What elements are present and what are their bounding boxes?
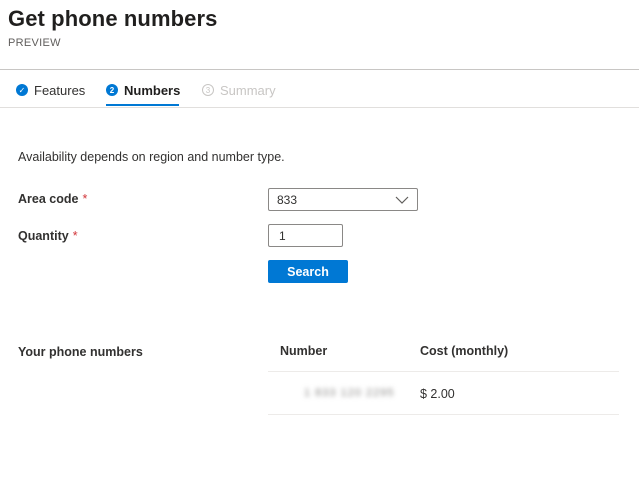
check-circle-icon: ✓: [16, 84, 28, 96]
tab-features-label: Features: [34, 82, 86, 98]
area-code-label-text: Area code: [18, 192, 79, 206]
tab-numbers-label: Numbers: [124, 82, 181, 98]
phone-number-cell: 1 833 120 2295: [304, 387, 395, 399]
area-code-dropdown[interactable]: 833: [268, 188, 418, 211]
header-divider: [0, 69, 639, 70]
column-header-number: Number: [280, 344, 328, 358]
active-tab-indicator: [106, 104, 179, 106]
page-title: Get phone numbers: [8, 6, 218, 31]
quantity-label-text: Quantity: [18, 229, 69, 243]
table-header-row: Number Cost (monthly): [268, 330, 619, 372]
tab-summary[interactable]: 3 Summary: [202, 80, 276, 100]
chevron-down-icon: [395, 196, 409, 204]
phone-numbers-table: Number Cost (monthly) 1 833 120 2295 $ 2…: [268, 330, 619, 415]
tab-features[interactable]: ✓ Features: [16, 80, 85, 100]
table-row: 1 833 120 2295 $ 2.00: [268, 372, 619, 415]
quantity-input[interactable]: [268, 224, 343, 247]
quantity-label: Quantity *: [18, 229, 78, 243]
search-button[interactable]: Search: [268, 260, 348, 283]
tab-numbers[interactable]: 2 Numbers: [106, 80, 180, 100]
availability-note: Availability depends on region and numbe…: [18, 150, 285, 164]
step-3-icon: 3: [202, 84, 214, 96]
tab-summary-label: Summary: [220, 82, 276, 98]
your-phone-numbers-label: Your phone numbers: [18, 345, 143, 359]
area-code-value: 833: [277, 192, 298, 207]
cost-cell: $ 2.00: [420, 387, 455, 401]
required-marker: *: [82, 192, 88, 206]
tabs-divider: [0, 107, 639, 108]
step-2-icon: 2: [106, 84, 118, 96]
required-marker: *: [72, 229, 78, 243]
area-code-label: Area code *: [18, 192, 87, 206]
page-subtitle: PREVIEW: [8, 37, 61, 49]
column-header-cost: Cost (monthly): [420, 344, 509, 358]
